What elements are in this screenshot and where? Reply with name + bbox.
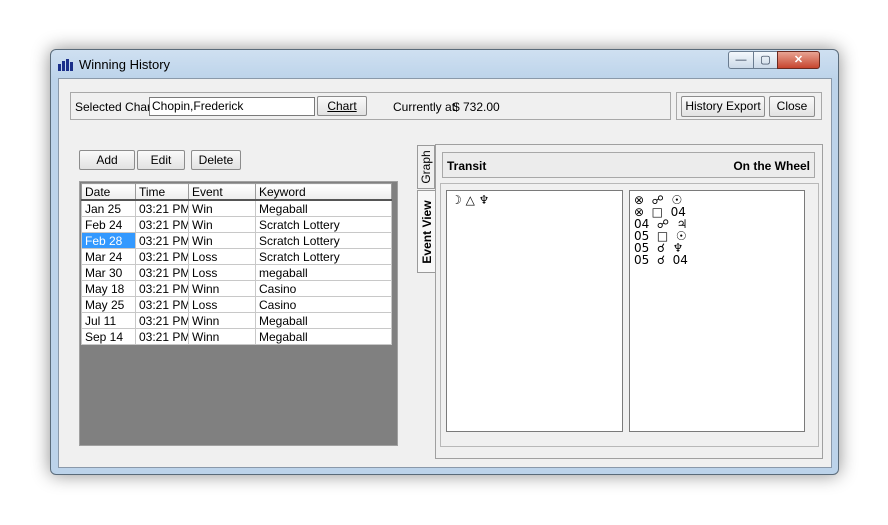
- column-header-time[interactable]: Time: [135, 183, 189, 201]
- date-cell[interactable]: Mar 30: [81, 264, 136, 281]
- table-row[interactable]: Feb 24 03:21 PM Win Scratch Lottery: [81, 216, 392, 233]
- event-cell[interactable]: Winn: [188, 312, 256, 329]
- table-row[interactable]: Feb 28 03:21 PM Win Scratch Lottery: [81, 232, 392, 249]
- title-bar[interactable]: Winning History — ▢ ✕: [51, 50, 838, 78]
- date-cell[interactable]: Mar 24: [81, 248, 136, 265]
- keyword-cell[interactable]: Scratch Lottery: [255, 248, 392, 265]
- selected-chart-label: Selected Chart: [75, 100, 155, 114]
- tab-graph-label: Graph: [419, 150, 433, 184]
- time-cell[interactable]: 03:21 PM: [135, 280, 189, 297]
- vertical-tab-strip: Graph Event View: [417, 145, 435, 325]
- currently-at-value: $ 732.00: [453, 100, 500, 114]
- history-table: Date Time Event Keyword Jan 25 03:21 PM Wi…: [81, 183, 392, 345]
- window-title: Winning History: [79, 57, 171, 72]
- keyword-cell[interactable]: Casino: [255, 280, 392, 297]
- date-cell[interactable]: Jul 11: [81, 312, 136, 329]
- event-cell[interactable]: Win: [188, 199, 256, 217]
- event-cell[interactable]: Win: [188, 232, 256, 249]
- column-header-date[interactable]: Date: [81, 183, 136, 201]
- winning-history-window: Winning History — ▢ ✕ Selected Chart Cho…: [50, 49, 839, 475]
- table-row[interactable]: Mar 30 03:21 PM Loss megaball: [81, 264, 392, 281]
- history-export-button[interactable]: History Export: [681, 96, 765, 117]
- keyword-cell[interactable]: Megaball: [255, 328, 392, 345]
- on-the-wheel-label: On the Wheel: [733, 159, 810, 173]
- time-cell[interactable]: 03:21 PM: [135, 312, 189, 329]
- wheel-glyph-row: 05 ☌ 04: [634, 253, 688, 267]
- edit-button[interactable]: Edit: [137, 150, 185, 170]
- tab-graph[interactable]: Graph: [417, 145, 435, 189]
- time-cell[interactable]: 03:21 PM: [135, 328, 189, 345]
- event-cell[interactable]: Loss: [188, 296, 256, 313]
- table-row[interactable]: Mar 24 03:21 PM Loss Scratch Lottery: [81, 248, 392, 265]
- keyword-cell[interactable]: megaball: [255, 264, 392, 281]
- time-cell[interactable]: 03:21 PM: [135, 199, 189, 217]
- date-cell[interactable]: Sep 14: [81, 328, 136, 345]
- date-cell[interactable]: Jan 25: [81, 199, 136, 217]
- keyword-cell[interactable]: Scratch Lottery: [255, 232, 392, 249]
- client-area: Selected Chart Chopin,Frederick Chart Cu…: [58, 78, 832, 468]
- minimize-button[interactable]: —: [728, 51, 754, 69]
- bar-chart-icon: [58, 59, 74, 71]
- event-cell[interactable]: Loss: [188, 264, 256, 281]
- currently-at-label: Currently at: [393, 100, 456, 114]
- chart-selection-panel: Selected Chart Chopin,Frederick Chart Cu…: [70, 92, 671, 120]
- date-cell[interactable]: Feb 24: [81, 216, 136, 233]
- event-cell[interactable]: Winn: [188, 280, 256, 297]
- keyword-cell[interactable]: Megaball: [255, 312, 392, 329]
- time-cell[interactable]: 03:21 PM: [135, 248, 189, 265]
- selected-chart-input[interactable]: Chopin,Frederick: [149, 97, 315, 116]
- date-cell[interactable]: May 25: [81, 296, 136, 313]
- tab-event-view[interactable]: Event View: [417, 190, 435, 273]
- chart-button[interactable]: Chart: [317, 96, 367, 116]
- close-button[interactable]: Close: [769, 96, 815, 117]
- event-cell[interactable]: Win: [188, 216, 256, 233]
- keyword-cell[interactable]: Scratch Lottery: [255, 216, 392, 233]
- table-row[interactable]: Jul 11 03:21 PM Winn Megaball: [81, 312, 392, 329]
- date-cell-selected[interactable]: Feb 28: [81, 232, 136, 249]
- time-cell[interactable]: 03:21 PM: [135, 264, 189, 281]
- event-view-panel: Transit On the Wheel ☽ △ ♆ ⊗ ☍ ☉ ⊗ □ 04 …: [435, 144, 823, 459]
- chart-button-label: Chart: [327, 99, 357, 113]
- date-cell[interactable]: May 18: [81, 280, 136, 297]
- maximize-button[interactable]: ▢: [753, 51, 778, 69]
- tab-event-view-label: Event View: [419, 199, 434, 264]
- transit-glyph-row: ☽ △ ♆: [451, 193, 490, 207]
- column-header-event[interactable]: Event: [188, 183, 256, 201]
- table-row[interactable]: May 25 03:21 PM Loss Casino: [81, 296, 392, 313]
- add-button[interactable]: Add: [79, 150, 135, 170]
- column-header-keyword[interactable]: Keyword: [255, 183, 392, 201]
- table-row[interactable]: Sep 14 03:21 PM Winn Megaball: [81, 328, 392, 345]
- table-header-row: Date Time Event Keyword: [81, 183, 392, 201]
- transit-header: Transit On the Wheel: [442, 152, 815, 178]
- event-cell[interactable]: Winn: [188, 328, 256, 345]
- table-row[interactable]: Jan 25 03:21 PM Win Megaball: [81, 199, 392, 217]
- export-panel: History Export Close: [676, 92, 822, 120]
- time-cell[interactable]: 03:21 PM: [135, 216, 189, 233]
- transit-glyph-list[interactable]: ☽ △ ♆: [446, 190, 623, 432]
- table-row[interactable]: May 18 03:21 PM Winn Casino: [81, 280, 392, 297]
- keyword-cell[interactable]: Megaball: [255, 199, 392, 217]
- history-table-area: Date Time Event Keyword Jan 25 03:21 PM Wi…: [79, 181, 398, 446]
- wheel-glyph-list[interactable]: ⊗ ☍ ☉ ⊗ □ 04 04 ☍ ♃ 05 □ ☉ 05 ☌ ♆ 05 ☌ 0…: [629, 190, 805, 432]
- time-cell[interactable]: 03:21 PM: [135, 232, 189, 249]
- delete-button[interactable]: Delete: [191, 150, 241, 170]
- keyword-cell[interactable]: Casino: [255, 296, 392, 313]
- close-window-button[interactable]: ✕: [777, 51, 820, 69]
- event-cell[interactable]: Loss: [188, 248, 256, 265]
- time-cell[interactable]: 03:21 PM: [135, 296, 189, 313]
- transit-label: Transit: [447, 159, 487, 173]
